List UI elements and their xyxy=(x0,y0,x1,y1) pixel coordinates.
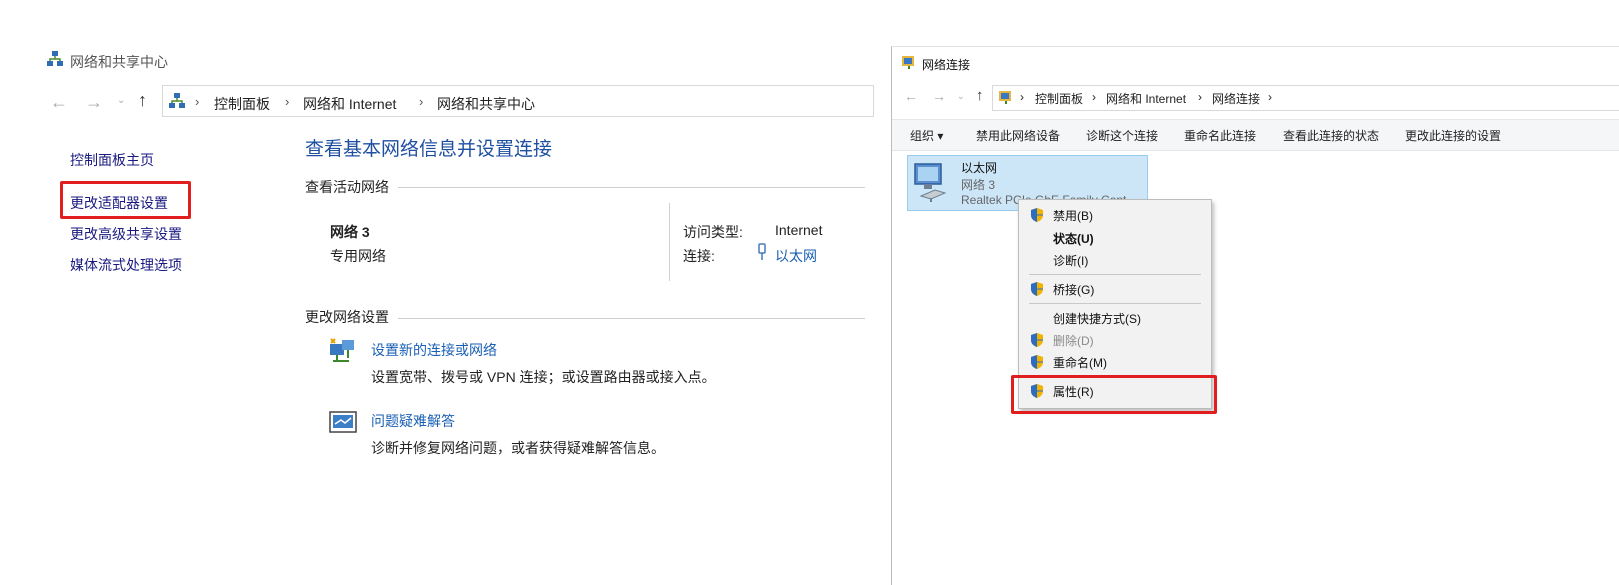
divider xyxy=(669,203,670,281)
adapter-network: 网络 3 xyxy=(961,178,996,192)
section-change-network-settings: 更改网络设置 xyxy=(305,309,389,325)
network-name: 网络 3 xyxy=(330,224,370,240)
chevron-right-icon: › xyxy=(195,94,200,109)
page-title: 查看基本网络信息并设置连接 xyxy=(305,139,553,160)
view-status-button[interactable]: 查看此连接的状态 xyxy=(1283,127,1379,144)
uac-shield-icon xyxy=(1031,208,1043,222)
network-type: 专用网络 xyxy=(330,248,386,264)
sidebar-item-advanced-sharing[interactable]: 更改高级共享设置 xyxy=(70,224,182,244)
menu-item-disable[interactable]: 禁用(B) xyxy=(1019,204,1211,226)
breadcrumb-network-internet[interactable]: 网络和 Internet xyxy=(1106,90,1186,107)
uac-shield-icon xyxy=(1031,355,1043,369)
history-chevron-icon[interactable]: ⌄ xyxy=(957,91,965,102)
new-connection-icon xyxy=(330,338,354,362)
organize-menu-button[interactable]: 组织 ▾ xyxy=(910,127,943,144)
access-type-value: Internet xyxy=(775,222,823,238)
setup-new-connection-link[interactable]: 设置新的连接或网络 xyxy=(371,340,497,360)
menu-item-label: 重命名(M) xyxy=(1053,356,1107,370)
forward-arrow-icon[interactable]: → xyxy=(932,88,946,104)
menu-item-label: 状态(U) xyxy=(1053,232,1094,246)
divider xyxy=(398,187,865,188)
menu-item-label: 禁用(B) xyxy=(1053,209,1093,223)
network-center-icon xyxy=(47,51,63,66)
troubleshoot-icon xyxy=(329,411,357,433)
menu-item-create-shortcut[interactable]: 创建快捷方式(S) xyxy=(1019,307,1211,329)
menu-item-delete: 删除(D) xyxy=(1019,329,1211,351)
menu-item-label: 诊断(I) xyxy=(1053,254,1089,268)
menu-item-diagnose[interactable]: 诊断(I) xyxy=(1019,249,1211,271)
rename-connection-button[interactable]: 重命名此连接 xyxy=(1184,127,1256,144)
menu-item-status[interactable]: 状态(U) xyxy=(1019,227,1211,249)
breadcrumb-control-panel[interactable]: 控制面板 xyxy=(1035,90,1083,107)
network-sharing-center-window: 网络和共享中心 ← → ⌄ ↑ › 控制面板 › 网络和 Internet › … xyxy=(0,0,900,585)
menu-item-label: 删除(D) xyxy=(1053,334,1094,348)
chevron-right-icon: › xyxy=(419,94,424,109)
network-center-icon xyxy=(169,93,185,108)
sidebar-item-control-panel-home[interactable]: 控制面板主页 xyxy=(70,150,154,170)
adapter-name: 以太网 xyxy=(961,161,998,175)
history-chevron-icon[interactable]: ⌄ xyxy=(117,95,125,106)
sidebar-item-change-adapter[interactable]: 更改适配器设置 xyxy=(70,193,168,213)
connection-label: 连接: xyxy=(683,248,715,264)
menu-item-label: 桥接(G) xyxy=(1053,283,1095,297)
chevron-right-icon: › xyxy=(1020,90,1024,104)
back-arrow-icon[interactable]: ← xyxy=(904,88,918,104)
breadcrumb-control-panel[interactable]: 控制面板 xyxy=(214,94,270,114)
menu-item-label: 创建快捷方式(S) xyxy=(1053,312,1141,326)
back-arrow-icon[interactable]: ← xyxy=(50,92,68,113)
chevron-right-icon: › xyxy=(1268,90,1272,104)
troubleshoot-link[interactable]: 问题疑难解答 xyxy=(371,411,455,431)
uac-shield-icon xyxy=(1031,333,1043,347)
setup-new-connection-desc: 设置宽带、拨号或 VPN 连接；或设置路由器或接入点。 xyxy=(371,369,716,385)
up-arrow-icon[interactable]: ↑ xyxy=(976,87,984,104)
troubleshoot-desc: 诊断并修复网络问题，或者获得疑难解答信息。 xyxy=(371,440,665,456)
section-active-networks: 查看活动网络 xyxy=(305,179,389,195)
menu-item-rename[interactable]: 重命名(M) xyxy=(1019,351,1211,373)
sidebar-item-media-streaming[interactable]: 媒体流式处理选项 xyxy=(70,255,182,275)
highlight-box xyxy=(1011,375,1217,414)
menu-item-bridge[interactable]: 桥接(G) xyxy=(1019,278,1211,300)
window-title: 网络和共享中心 xyxy=(70,54,168,70)
network-connections-icon xyxy=(999,91,1011,104)
network-connections-window: 网络连接 ← → ⌄ ↑ › 控制面板 › 网络和 Internet › 网络连… xyxy=(891,46,1619,585)
up-arrow-icon[interactable]: ↑ xyxy=(138,90,147,111)
chevron-right-icon: › xyxy=(1092,90,1096,104)
change-settings-button[interactable]: 更改此连接的设置 xyxy=(1405,127,1501,144)
breadcrumb-network-internet[interactable]: 网络和 Internet xyxy=(303,94,396,114)
ethernet-plug-icon xyxy=(758,243,766,260)
forward-arrow-icon[interactable]: → xyxy=(85,92,103,113)
menu-separator xyxy=(1029,303,1201,304)
breadcrumb-network-connections[interactable]: 网络连接 xyxy=(1212,90,1260,107)
divider xyxy=(398,318,865,319)
chevron-right-icon: › xyxy=(285,94,290,109)
ethernet-connection-link[interactable]: 以太网 xyxy=(775,246,817,266)
chevron-right-icon: › xyxy=(1198,90,1202,104)
breadcrumb-sharing-center[interactable]: 网络和共享中心 xyxy=(437,94,535,114)
uac-shield-icon xyxy=(1031,282,1043,296)
disable-device-button[interactable]: 禁用此网络设备 xyxy=(976,127,1060,144)
ethernet-adapter-icon xyxy=(914,163,947,202)
window-title: 网络连接 xyxy=(922,58,971,72)
menu-separator xyxy=(1029,274,1201,275)
access-type-label: 访问类型: xyxy=(683,224,743,240)
diagnose-connection-button[interactable]: 诊断这个连接 xyxy=(1086,127,1158,144)
network-connections-icon xyxy=(902,56,914,69)
address-bar[interactable] xyxy=(992,85,1619,111)
